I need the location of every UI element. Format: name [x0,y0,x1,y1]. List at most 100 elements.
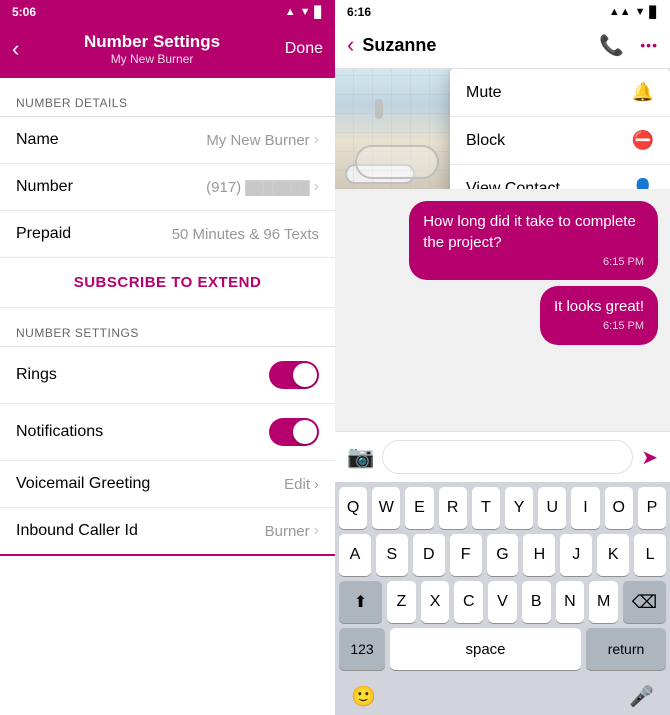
right-signal-icon: ▲▲ [609,6,631,18]
key-r[interactable]: R [439,487,467,529]
key-i[interactable]: I [571,487,599,529]
key-h[interactable]: H [523,534,555,576]
left-back-button[interactable]: ‹ [12,36,19,62]
number-row[interactable]: Number (917) ███████ › [0,164,335,211]
rings-toggle[interactable] [269,361,319,389]
key-z[interactable]: Z [387,581,416,623]
left-main-title: Number Settings [19,32,284,52]
prepaid-value: 50 Minutes & 96 Texts [172,226,319,243]
name-row[interactable]: Name My New Burner › [0,117,335,164]
keyboard-bottom-icons: 🙂 🎤 [335,678,670,715]
name-chevron: › [314,131,319,149]
number-value: (917) ███████ › [206,178,319,196]
right-panel: 6:16 ▲▲ ▼ ▊ ‹ Suzanne 📞 ••• [335,0,670,715]
space-key[interactable]: space [390,628,581,670]
left-status-bar: 5:06 ▲ ▼ ▊ [0,0,335,24]
key-y[interactable]: Y [505,487,533,529]
message-input[interactable] [382,440,633,474]
key-f[interactable]: F [450,534,482,576]
key-k[interactable]: K [597,534,629,576]
message-1-time: 6:15 PM [423,255,644,270]
view-contact-icon: 👤 [632,178,654,189]
voicemail-chevron: › [314,476,319,493]
message-2-time: 6:15 PM [554,319,644,334]
left-time: 5:06 [12,5,36,19]
key-c[interactable]: C [454,581,483,623]
view-contact-label: View Contact [466,180,560,190]
subscribe-button[interactable]: SUBSCRIBE TO EXTEND [0,258,335,308]
key-v[interactable]: V [488,581,517,623]
mute-label: Mute [466,84,502,102]
inbound-value: Burner › [265,522,319,540]
left-header-title: Number Settings My New Burner [19,32,284,66]
notifications-label: Notifications [16,423,103,441]
dropdown-item-view-contact[interactable]: View Contact 👤 [450,165,670,189]
key-s[interactable]: S [376,534,408,576]
left-sub-title: My New Burner [19,52,284,66]
camera-icon[interactable]: 📷 [347,444,374,470]
key-m[interactable]: M [589,581,618,623]
key-p[interactable]: P [638,487,666,529]
key-b[interactable]: B [522,581,551,623]
name-label: Name [16,131,59,149]
notifications-row: Notifications [0,404,335,461]
dropdown-item-mute[interactable]: Mute 🔔 [450,69,670,117]
inbound-chevron: › [314,522,319,540]
send-icon[interactable]: ➤ [641,445,658,470]
voicemail-edit: Edit › [284,476,319,493]
message-1-text: How long did it take to complete the pro… [423,211,644,253]
key-o[interactable]: O [605,487,633,529]
delete-key[interactable]: ⌫ [623,581,666,623]
name-value: My New Burner › [206,131,319,149]
key-q[interactable]: Q [339,487,367,529]
wifi-icon: ▼ [300,6,311,18]
right-header-icons: 📞 ••• [599,33,658,58]
key-x[interactable]: X [421,581,450,623]
signal-icon: ▲ [285,6,296,18]
voicemail-row[interactable]: Voicemail Greeting Edit › [0,461,335,508]
number-masked: ███████ [245,180,309,195]
phone-icon[interactable]: 📞 [599,33,624,58]
name-value-text: My New Burner [206,132,309,149]
prepaid-value-text: 50 Minutes & 96 Texts [172,226,319,243]
key-t[interactable]: T [472,487,500,529]
key-u[interactable]: U [538,487,566,529]
microphone-icon[interactable]: 🎤 [629,684,654,709]
message-2-text: It looks great! [554,296,644,317]
key-j[interactable]: J [560,534,592,576]
key-l[interactable]: L [634,534,666,576]
return-key[interactable]: return [586,628,666,670]
dropdown-item-block[interactable]: Block ⛔ [450,117,670,165]
emoji-icon[interactable]: 🙂 [351,684,376,709]
key-a[interactable]: A [339,534,371,576]
right-status-bar: 6:16 ▲▲ ▼ ▊ [335,0,670,24]
keyboard-row-1: Q W E R T Y U I O P [335,482,670,529]
key-e[interactable]: E [405,487,433,529]
keyboard-row-3: ⬆ Z X C V B N M ⌫ [335,576,670,623]
key-w[interactable]: W [372,487,400,529]
shift-key[interactable]: ⬆ [339,581,382,623]
number-settings-header: NUMBER SETTINGS [0,308,335,346]
block-icon: ⛔ [632,130,654,151]
right-battery-icon: ▊ [650,6,658,19]
notifications-toggle[interactable] [269,418,319,446]
done-button[interactable]: Done [285,40,323,58]
inbound-caller-row[interactable]: Inbound Caller Id Burner › [0,508,335,556]
prepaid-row[interactable]: Prepaid 50 Minutes & 96 Texts [0,211,335,258]
dropdown-menu: Mute 🔔 Block ⛔ View Contact 👤 Delete Con… [450,69,670,189]
messages-area: How long did it take to complete the pro… [335,189,670,357]
right-header: ‹ Suzanne 📞 ••• [335,24,670,69]
num-key[interactable]: 123 [339,628,385,670]
chat-image: Mute 🔔 Block ⛔ View Contact 👤 Delete Con… [335,69,670,189]
key-n[interactable]: N [556,581,585,623]
message-2: It looks great! 6:15 PM [540,286,658,344]
key-g[interactable]: G [487,534,519,576]
more-icon[interactable]: ••• [640,37,658,53]
message-1: How long did it take to complete the pro… [409,201,658,280]
input-area: 📷 ➤ [335,431,670,482]
number-details-header: NUMBER DETAILS [0,78,335,116]
key-d[interactable]: D [413,534,445,576]
inbound-value-text: Burner [265,523,310,540]
inbound-label: Inbound Caller Id [16,522,138,540]
right-back-button[interactable]: ‹ [347,32,354,58]
